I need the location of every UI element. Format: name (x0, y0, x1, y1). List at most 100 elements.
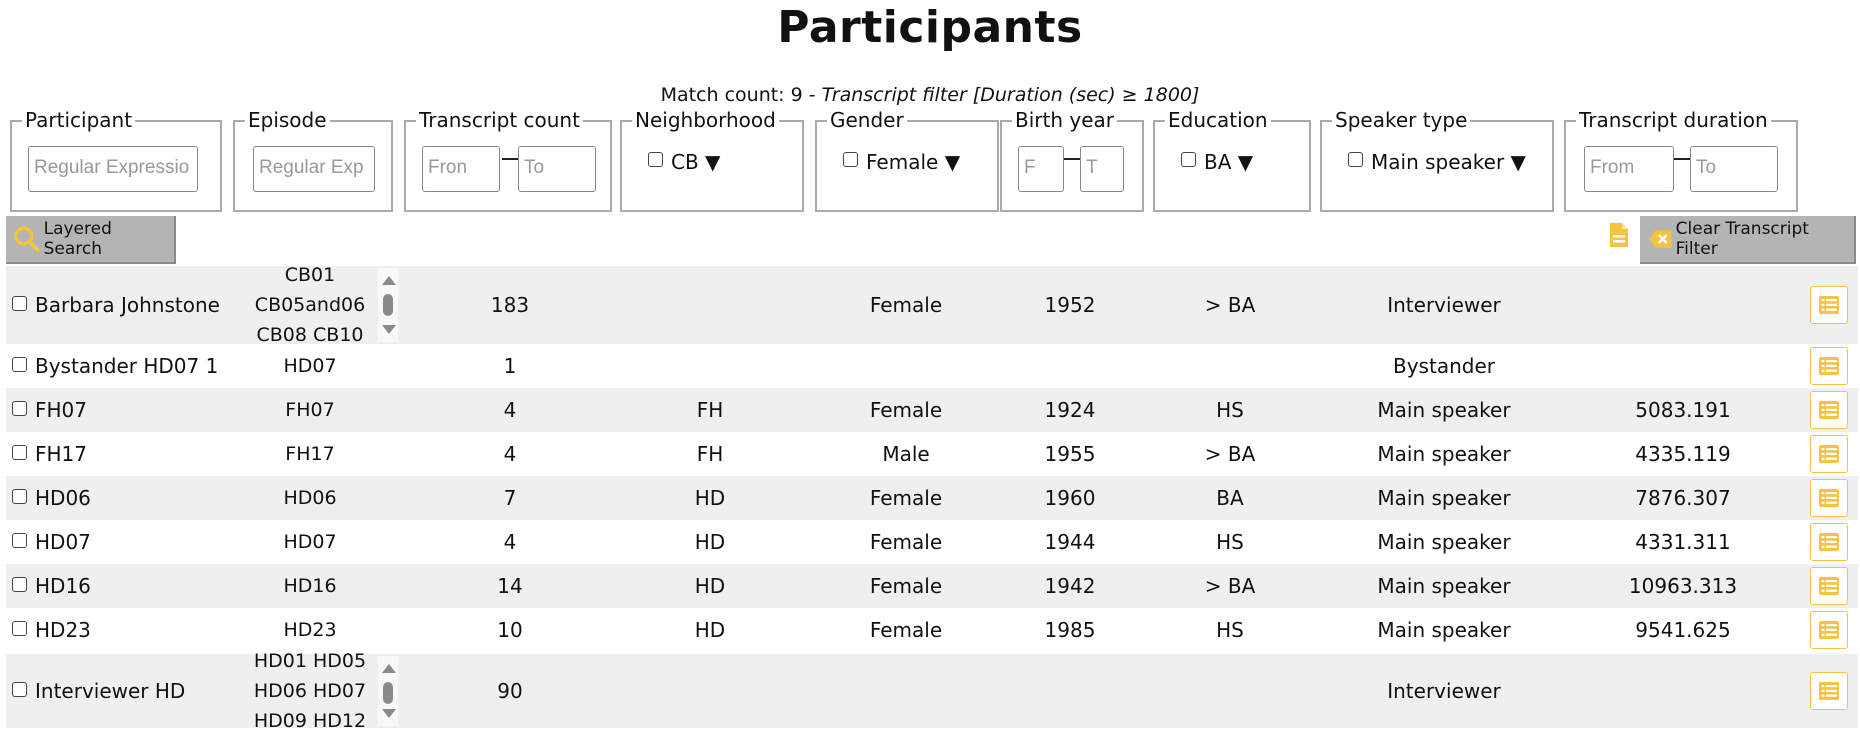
dropdown-arrow-icon[interactable]: ▼ (1511, 150, 1526, 174)
row-checkbox[interactable] (12, 577, 27, 592)
speaker-type-select[interactable]: Main speaker ▼ (1348, 150, 1526, 174)
export-csv-icon[interactable] (1608, 222, 1630, 248)
view-transcripts-button[interactable] (1810, 611, 1848, 649)
episode-item: HD01 HD05 (253, 650, 367, 672)
gender-cell: Female (869, 293, 943, 317)
education-filter-legend: Education (1165, 108, 1271, 132)
view-transcripts-button[interactable] (1810, 391, 1848, 429)
education-filter: Education BA ▼ (1153, 108, 1311, 212)
participant-name-text: HD16 (35, 574, 91, 598)
view-transcripts-button[interactable] (1810, 435, 1848, 473)
scroll-thumb[interactable] (383, 682, 393, 704)
transcript-count-to-input[interactable]: To (518, 146, 596, 192)
row-checkbox[interactable] (12, 296, 27, 311)
neighborhood-cell: HD (694, 574, 726, 598)
view-transcripts-button[interactable] (1810, 479, 1848, 517)
transcript-duration-filter-legend: Transcript duration (1576, 108, 1771, 132)
transcript-duration-to-input[interactable]: To (1690, 146, 1778, 192)
transcript-count-from-input[interactable]: Fron (422, 146, 500, 192)
list-icon (1819, 621, 1839, 639)
neighborhood-select[interactable]: CB ▼ (648, 150, 720, 174)
gender-filter-legend: Gender (827, 108, 907, 132)
list-icon (1819, 682, 1839, 700)
participant-name-text: HD23 (35, 618, 91, 642)
participant-name: Bystander HD07 1 (12, 354, 218, 378)
birth-year-filter-legend: Birth year (1012, 108, 1117, 132)
row-checkbox[interactable] (12, 682, 27, 697)
education-cell: BA (1216, 486, 1244, 510)
row-checkbox[interactable] (12, 445, 27, 460)
birth-year-cell: 1924 (1044, 398, 1096, 422)
participant-name-text: FH07 (35, 398, 87, 422)
scroll-down-icon[interactable] (382, 325, 396, 334)
neighborhood-cell: HD (694, 530, 726, 554)
scroll-up-icon[interactable] (382, 664, 396, 673)
row-checkbox[interactable] (12, 489, 27, 504)
row-checkbox[interactable] (12, 357, 27, 372)
transcript-duration-from-input[interactable]: From (1584, 146, 1674, 192)
speaker-type-checkbox[interactable] (1348, 152, 1363, 167)
dropdown-arrow-icon[interactable]: ▼ (1238, 150, 1253, 174)
list-icon (1819, 489, 1839, 507)
gender-cell: Male (882, 442, 930, 466)
layered-search-button[interactable]: Layered Search (6, 216, 176, 264)
neighborhood-filter: Neighborhood CB ▼ (620, 108, 804, 212)
participant-name-text: FH17 (35, 442, 87, 466)
table-row: FH07 FH07 4 FH Female 1924 HS Main speak… (6, 388, 1858, 432)
scroll-up-icon[interactable] (382, 276, 396, 285)
transcript-count-filter-legend: Transcript count (416, 108, 583, 132)
episode-regex-input[interactable]: Regular Exp (253, 146, 375, 192)
episode-item: HD16 (283, 575, 337, 597)
speaker-type-cell: Main speaker (1377, 486, 1511, 510)
episode-list: FH17 (230, 439, 390, 469)
scroll-thumb[interactable] (383, 294, 393, 316)
table-row: Interviewer HD HD01 HD05 HD06 HD07 HD09 … (6, 650, 1858, 732)
episode-scrollbar[interactable] (378, 656, 398, 726)
participant-name: HD07 (12, 530, 91, 554)
range-separator (1064, 158, 1080, 160)
view-transcripts-button[interactable] (1810, 347, 1848, 385)
neighborhood-cell: FH (696, 442, 724, 466)
episode-scrollbar[interactable] (378, 268, 398, 342)
birth-year-cell: 1960 (1044, 486, 1096, 510)
episode-item: HD06 HD07 (253, 680, 367, 702)
gender-checkbox[interactable] (843, 152, 858, 167)
row-checkbox[interactable] (12, 401, 27, 416)
birth-year-from-input[interactable]: F (1018, 146, 1064, 192)
view-transcripts-button[interactable] (1810, 567, 1848, 605)
view-transcripts-button[interactable] (1810, 672, 1848, 710)
gender-select[interactable]: Female ▼ (843, 150, 960, 174)
dropdown-arrow-icon[interactable]: ▼ (705, 150, 720, 174)
clear-filter-icon (1648, 230, 1672, 248)
clear-transcript-filter-button[interactable]: Clear Transcript Filter (1640, 216, 1856, 264)
speaker-type-filter: Speaker type Main speaker ▼ (1320, 108, 1554, 212)
neighborhood-filter-legend: Neighborhood (632, 108, 779, 132)
education-cell: HS (1216, 398, 1244, 422)
education-cell: > BA (1204, 442, 1256, 466)
episode-list: HD16 (230, 571, 390, 601)
transcript-count-cell: 4 (503, 442, 517, 466)
episode-item: HD23 (283, 619, 337, 641)
participant-name: HD23 (12, 618, 91, 642)
match-count-text: Match count: 9 - (660, 84, 822, 106)
participant-filter: Participant Regular Expressio (10, 108, 222, 212)
view-transcripts-button[interactable] (1810, 523, 1848, 561)
participant-name: Barbara Johnstone (12, 293, 220, 317)
education-select[interactable]: BA ▼ (1181, 150, 1253, 174)
page-title: Participants (777, 2, 1083, 53)
row-checkbox[interactable] (12, 533, 27, 548)
row-checkbox[interactable] (12, 621, 27, 636)
episode-item: HD06 (283, 487, 337, 509)
scroll-down-icon[interactable] (382, 709, 396, 718)
episode-item: HD07 (283, 355, 337, 377)
birth-year-cell: 1985 (1044, 618, 1096, 642)
participant-regex-input[interactable]: Regular Expressio (28, 146, 198, 192)
view-transcripts-button[interactable] (1810, 286, 1848, 324)
list-icon (1819, 577, 1839, 595)
neighborhood-checkbox[interactable] (648, 152, 663, 167)
dropdown-arrow-icon[interactable]: ▼ (945, 150, 960, 174)
birth-year-to-input[interactable]: T (1080, 146, 1124, 192)
education-checkbox[interactable] (1181, 152, 1196, 167)
list-icon (1819, 296, 1839, 314)
episode-item: HD09 HD12 (253, 710, 367, 732)
